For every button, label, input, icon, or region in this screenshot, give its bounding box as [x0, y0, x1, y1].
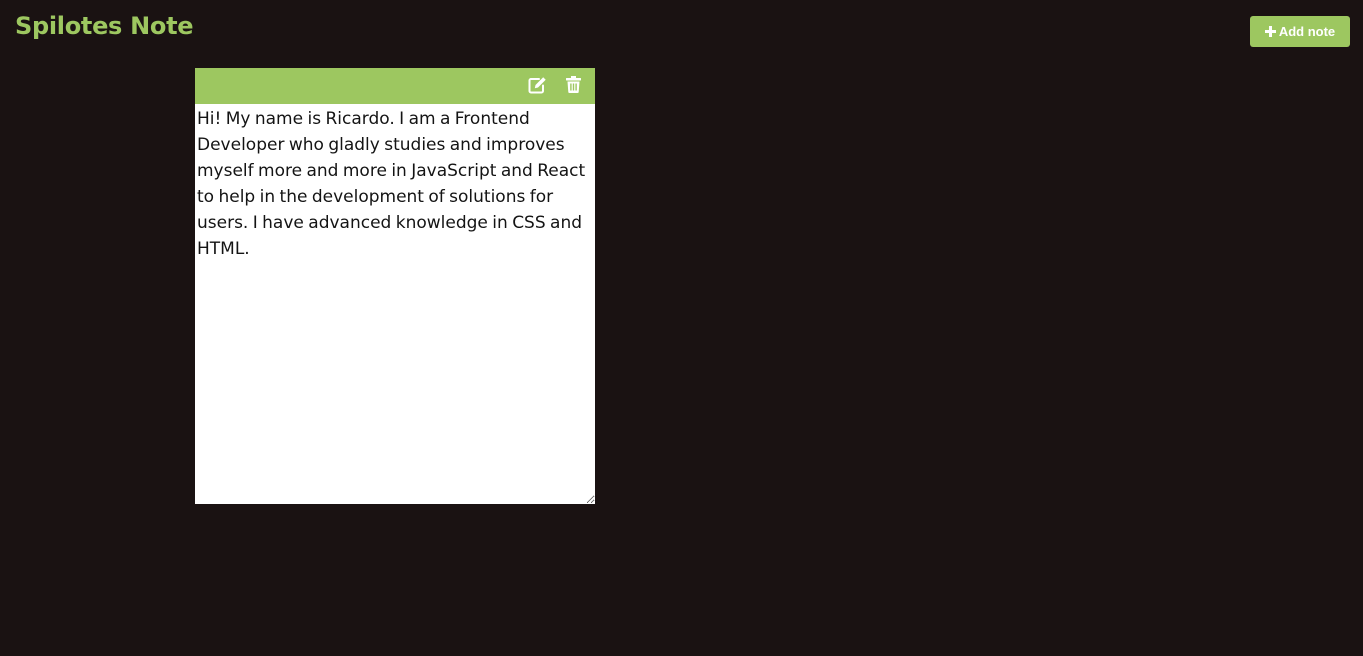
- app-title: Spilotes Note: [15, 12, 194, 40]
- add-note-label: Add note: [1278, 24, 1336, 39]
- add-note-button[interactable]: Add note: [1250, 16, 1350, 47]
- note-card: Hi! My name is Ricardo. I am a Frontend …: [195, 68, 595, 504]
- plus-icon: [1264, 26, 1276, 37]
- edit-note-button[interactable]: [527, 76, 547, 96]
- delete-note-button[interactable]: [563, 76, 583, 96]
- note-textarea[interactable]: Hi! My name is Ricardo. I am a Frontend …: [195, 104, 595, 504]
- edit-icon: [528, 76, 547, 97]
- trash-icon: [565, 76, 581, 96]
- note-toolbar: [195, 68, 595, 104]
